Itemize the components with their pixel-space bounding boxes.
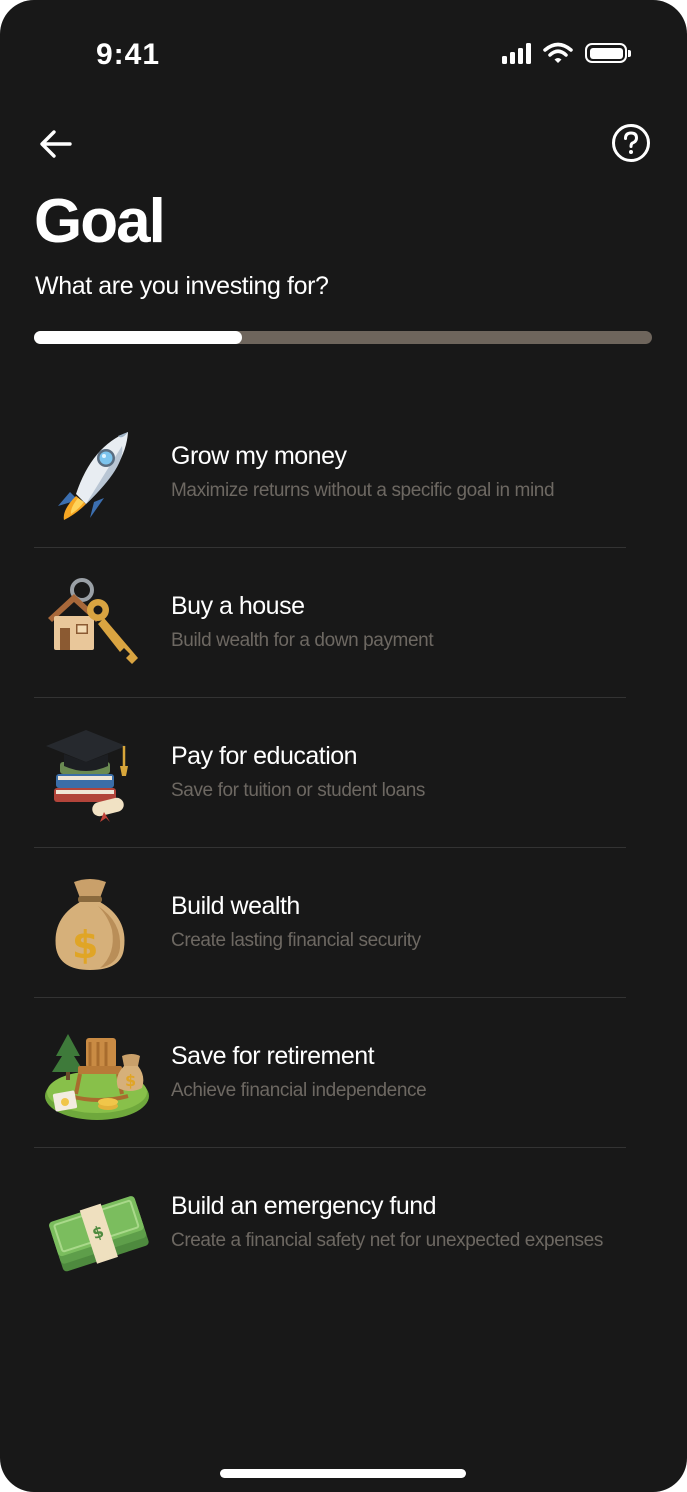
- page-subtitle: What are you investing for?: [35, 272, 329, 300]
- goal-title: Buy a house: [171, 592, 305, 620]
- house-key-icon: [48, 578, 138, 664]
- goal-title: Build wealth: [171, 892, 300, 920]
- help-icon[interactable]: [610, 122, 652, 164]
- phone-screen: 9:41 Goal What are you investing for? Gr…: [0, 0, 687, 1492]
- graduation-books-icon: [46, 730, 128, 822]
- progress-fill: [34, 331, 242, 344]
- goal-option-save-for-retirement[interactable]: $ Save for retirement Achieve financial …: [34, 998, 626, 1148]
- svg-text:$: $: [125, 1071, 136, 1090]
- goal-option-build-wealth[interactable]: $ Build wealth Create lasting financial …: [34, 848, 626, 998]
- goal-description: Create lasting financial security: [171, 930, 421, 951]
- goal-description: Build wealth for a down payment: [171, 630, 434, 651]
- rocket-icon: [58, 432, 128, 520]
- status-time: 9:41: [96, 38, 161, 71]
- goal-description: Save for tuition or student loans: [171, 780, 426, 801]
- retirement-chair-icon: $: [45, 1034, 149, 1120]
- battery-icon: [585, 43, 631, 63]
- goal-option-pay-for-education[interactable]: Pay for education Save for tuition or st…: [34, 698, 626, 848]
- wifi-icon: [543, 42, 573, 63]
- goal-description: Maximize returns without a specific goal…: [171, 480, 555, 501]
- goal-description: Achieve financial independence: [171, 1080, 427, 1101]
- back-arrow-icon[interactable]: [36, 124, 76, 164]
- cash-stack-icon: $ $: [49, 1196, 149, 1272]
- status-icons: [502, 42, 631, 64]
- goal-option-buy-a-house[interactable]: Buy a house Build wealth for a down paym…: [34, 548, 626, 698]
- page-title: Goal: [34, 187, 166, 256]
- goal-title: Grow my money: [171, 442, 347, 470]
- goal-description: Create a financial safety net for unexpe…: [171, 1230, 603, 1251]
- goal-list: Grow my money Maximize returns without a…: [34, 398, 626, 1297]
- home-indicator[interactable]: [220, 1469, 466, 1478]
- goal-title: Build an emergency fund: [171, 1192, 437, 1220]
- goal-option-build-an-emergency-fund[interactable]: $ $ Build an emergency fund Create a fin…: [34, 1148, 626, 1297]
- svg-text:$: $: [72, 923, 98, 967]
- cellular-signal-icon: [502, 42, 531, 64]
- goal-title: Pay for education: [171, 742, 358, 770]
- progress-bar: [34, 331, 652, 344]
- goal-option-grow-my-money[interactable]: Grow my money Maximize returns without a…: [34, 398, 626, 548]
- goal-title: Save for retirement: [171, 1042, 375, 1070]
- money-bag-icon: $: [55, 879, 125, 970]
